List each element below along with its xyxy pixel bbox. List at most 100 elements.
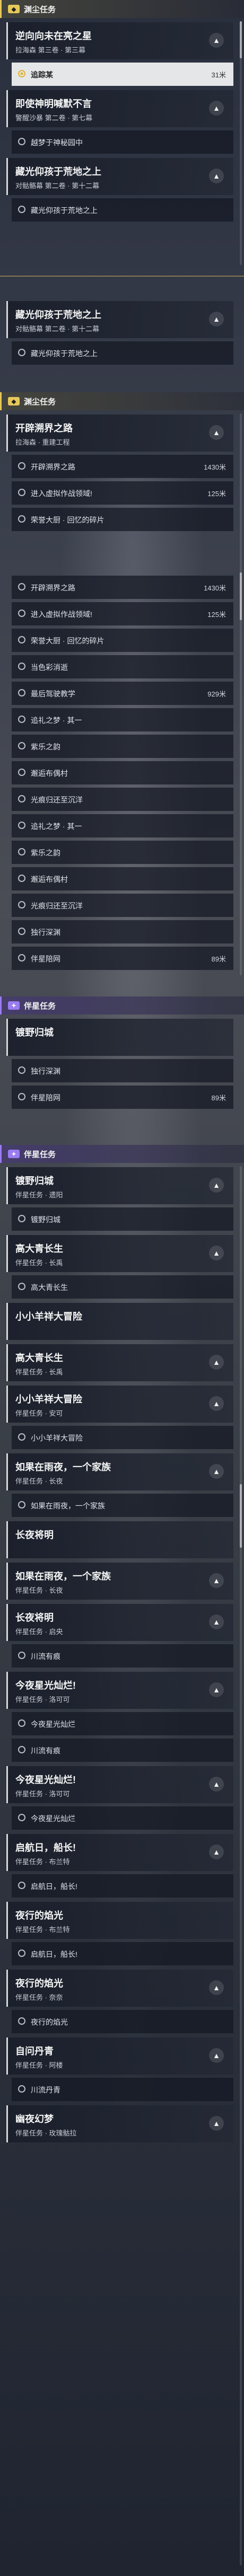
step-label: 独行深渊 <box>31 1067 60 1075</box>
step-label: 邂逅布偶村 <box>31 769 68 778</box>
quest-step[interactable]: 追礼之梦 · 其一 <box>12 814 233 837</box>
quest-card[interactable]: 长夜将明 伴星任务 · 启央 ▲ <box>6 1604 233 1641</box>
quest-step[interactable]: 进入虚拟作战领域! 125米 <box>12 602 233 625</box>
quest-card[interactable]: 今夜星光灿烂! 伴星任务 · 洛可可 ▲ <box>6 1672 233 1709</box>
quest-card[interactable]: 镀野归城 <box>6 1019 233 1056</box>
quest-card[interactable]: 小小羊祥大冒险 伴星任务 · 安可 ▲ <box>6 1386 233 1423</box>
quest-step[interactable]: 高大青长生 <box>12 1275 233 1299</box>
quest-step[interactable]: 追踪某 31米 <box>12 63 233 86</box>
chevron-up-icon[interactable]: ▲ <box>209 425 224 440</box>
chevron-up-icon[interactable]: ▲ <box>209 1845 224 1859</box>
quest-card[interactable]: 长夜将明 <box>6 1521 233 1558</box>
chevron-up-icon[interactable]: ▲ <box>209 1355 224 1370</box>
quest-card[interactable]: 藏光仰孩于荒地之上 对骷骼幕 第二卷 · 第十二幕 ▲ <box>6 158 233 195</box>
scrollbar[interactable] <box>240 1166 242 2565</box>
quest-card[interactable]: 夜行的焰光 伴星任务 · 奈奈 ▲ <box>6 1970 233 2007</box>
quest-step[interactable]: 邂逅布偶村 <box>12 761 233 784</box>
step-label: 川流有痕 <box>31 1652 60 1661</box>
quest-subtitle: 伴星任务 · 阿楼 <box>15 2061 63 2069</box>
chevron-up-icon[interactable]: ▲ <box>209 1682 224 1697</box>
step-label: 伴星陪网 <box>31 1093 60 1102</box>
quest-step[interactable]: 越梦于神秘园中 <box>12 130 233 154</box>
quest-card[interactable]: 今夜星光灿烂! 伴星任务 · 洛可可 ▲ <box>6 1766 233 1803</box>
quest-step[interactable]: 镀野归城 <box>12 1207 233 1231</box>
quest-card[interactable]: 自问丹青 伴星任务 · 阿楼 ▲ <box>6 2037 233 2075</box>
quest-step[interactable]: 光痕归还至沉洋 <box>12 894 233 917</box>
quest-step[interactable]: 光痕归还至沉洋 <box>12 788 233 811</box>
chevron-up-icon[interactable]: ▲ <box>209 1246 224 1260</box>
chevron-up-icon[interactable]: ▲ <box>209 1396 224 1411</box>
quest-card[interactable]: 高大青长生 伴星任务 · 长禹 ▲ <box>6 1235 233 1272</box>
quest-title: 如果在雨夜，一个家族 <box>15 1571 111 1582</box>
quest-step[interactable]: 紫乐之韵 <box>12 841 233 864</box>
quest-card[interactable]: 启航日，船长! 伴星任务 · 布兰特 ▲ <box>6 1834 233 1871</box>
quest-card[interactable]: 幽夜幻梦 伴星任务 · 玫瑰骷拉 ▲ <box>6 2105 233 2142</box>
chevron-up-icon[interactable]: ▲ <box>209 1980 224 1995</box>
chevron-up-icon[interactable]: ▲ <box>209 33 224 48</box>
quest-card[interactable]: 即使神明喊默不言 警醒沙暴 第二卷 · 第七幕 ▲ <box>6 90 233 127</box>
quest-step[interactable]: 藏光仰孩于荒地之上 <box>12 198 233 222</box>
step-marker-icon <box>18 663 25 670</box>
quest-step[interactable]: 独行深渊 <box>12 920 233 943</box>
scrollbar-thumb[interactable] <box>240 572 242 620</box>
quest-subtitle: 伴星任务 · 洛可可 <box>15 1790 70 1798</box>
quest-card[interactable]: 开辟溯界之路 拉海森 · 重建工程 ▲ <box>6 414 233 452</box>
quest-step[interactable]: 川流有痕 <box>12 1739 233 1762</box>
quest-card[interactable]: 镀野归城 伴星任务 · 遗阳 ▲ <box>6 1167 233 1204</box>
quest-card[interactable]: 小小羊祥大冒险 <box>6 1303 233 1340</box>
chevron-up-icon[interactable]: ▲ <box>209 169 224 183</box>
chevron-up-icon[interactable]: ▲ <box>209 2116 224 2131</box>
quest-step[interactable]: 紫乐之韵 <box>12 735 233 758</box>
quest-step[interactable]: 独行深渊 <box>12 1059 233 1082</box>
chevron-up-icon[interactable]: ▲ <box>209 1178 224 1193</box>
chevron-up-icon[interactable]: ▲ <box>209 101 224 116</box>
quest-step[interactable]: 川流有痕 <box>12 1644 233 1668</box>
step-marker-icon <box>18 928 25 935</box>
step-marker-icon <box>18 206 25 213</box>
quest-card[interactable]: 夜行的焰光 伴星任务 · 布兰特 <box>6 1902 233 1939</box>
section-divider <box>0 276 244 277</box>
quest-step[interactable]: 荣誉大厨 · 回忆的碎片 <box>12 629 233 652</box>
scrollbar[interactable] <box>240 21 242 265</box>
quest-step[interactable]: 当色彩消逝 <box>12 655 233 678</box>
step-distance: 89米 <box>211 1094 226 1102</box>
quest-card[interactable]: 藏光仰孩于荒地之上 对骷骼幕 第二卷 · 第十二幕 ▲ <box>6 301 233 338</box>
step-label: 如果在雨夜，一个家族 <box>31 1502 105 1510</box>
quest-step[interactable]: 夜行的焰光 <box>12 2010 233 2033</box>
scrollbar[interactable] <box>240 413 242 975</box>
quest-step[interactable]: 藏光仰孩于荒地之上 <box>12 341 233 365</box>
quest-step[interactable]: 启航日，船长! <box>12 1874 233 1898</box>
quest-step[interactable]: 川流丹青 <box>12 2078 233 2101</box>
chevron-up-icon[interactable]: ▲ <box>209 2048 224 2063</box>
quest-subtitle: 对骷骼幕 第二卷 · 第十二幕 <box>15 182 100 190</box>
quest-title: 小小羊祥大冒险 <box>15 1311 82 1322</box>
quest-step[interactable]: 小小羊祥大冒险 <box>12 1426 233 1449</box>
chevron-up-icon[interactable]: ▲ <box>209 1573 224 1588</box>
quest-step[interactable]: 伴星陪网 89米 <box>12 1086 233 1109</box>
quest-step[interactable]: 追礼之梦 · 其一 <box>12 708 233 731</box>
quest-step[interactable]: 开辟溯界之路 1430米 <box>12 455 233 478</box>
quest-title: 即使神明喊默不言 <box>15 99 92 109</box>
quest-step[interactable]: 启航日，船长! <box>12 1942 233 1965</box>
chevron-up-icon[interactable]: ▲ <box>209 1777 224 1792</box>
quest-step[interactable]: 最后驾驶教学 929米 <box>12 682 233 705</box>
quest-card[interactable]: 如果在雨夜，一个家族 伴星任务 · 长夜 ▲ <box>6 1563 233 1600</box>
quest-step[interactable]: 荣誉大厨 · 回忆的碎片 <box>12 508 233 531</box>
quest-step[interactable]: 伴星陪网 89米 <box>12 947 233 970</box>
chevron-up-icon[interactable]: ▲ <box>209 312 224 327</box>
quest-card[interactable]: 如果在雨夜，一个家族 伴星任务 · 长夜 ▲ <box>6 1453 233 1490</box>
quest-card[interactable]: 逆向向未在亮之星 拉海森 第三卷 · 第三幕 ▲ <box>6 22 233 59</box>
chevron-up-icon[interactable]: ▲ <box>209 1615 224 1629</box>
quest-step[interactable]: 开辟溯界之路 1430米 <box>12 576 233 599</box>
quest-card[interactable]: 高大青长生 伴星任务 · 长禹 ▲ <box>6 1344 233 1381</box>
step-label: 光痕归还至沉洋 <box>31 902 83 910</box>
quest-step[interactable]: 今夜星光灿烂 <box>12 1806 233 1830</box>
step-label: 邂逅布偶村 <box>31 875 68 884</box>
quest-step[interactable]: 进入虚拟作战领域! 125米 <box>12 481 233 505</box>
quest-step[interactable]: 今夜星光灿烂 <box>12 1712 233 1735</box>
scrollbar-thumb[interactable] <box>240 21 242 58</box>
quest-step[interactable]: 邂逅布偶村 <box>12 867 233 890</box>
quest-step[interactable]: 如果在雨夜，一个家族 <box>12 1494 233 1517</box>
scrollbar-thumb[interactable] <box>240 1484 242 1548</box>
chevron-up-icon[interactable]: ▲ <box>209 1464 224 1479</box>
